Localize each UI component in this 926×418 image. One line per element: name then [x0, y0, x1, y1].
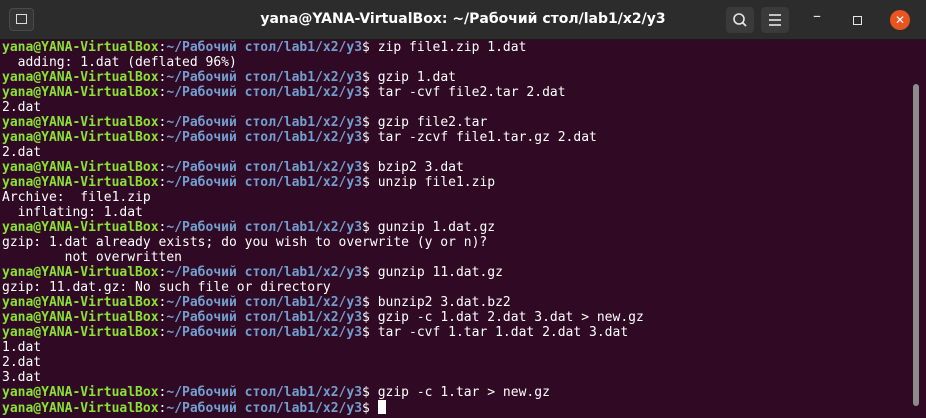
prompt-path: ~/Рабочий стол/lab1/x2/y3 [166, 310, 363, 325]
prompt-path: ~/Рабочий стол/lab1/x2/y3 [166, 70, 363, 85]
prompt-line: yana@YANA-VirtualBox:~/Рабочий стол/lab1… [2, 40, 910, 55]
close-button[interactable]: ✕ [890, 10, 910, 30]
prompt-path: ~/Рабочий стол/lab1/x2/y3 [166, 220, 363, 235]
command-text: gzip file2.tar [377, 115, 488, 130]
menu-button[interactable] [761, 7, 789, 33]
prompt-line: yana@YANA-VirtualBox:~/Рабочий стол/lab1… [2, 325, 910, 340]
prompt-line: yana@YANA-VirtualBox:~/Рабочий стол/lab1… [2, 160, 910, 175]
scrollbar[interactable] [913, 84, 919, 406]
close-icon: ✕ [894, 13, 906, 27]
prompt-path: ~/Рабочий стол/lab1/x2/y3 [166, 295, 363, 310]
command-text: gzip -c 1.dat 2.dat 3.dat > new.gz [377, 310, 644, 325]
terminal-output[interactable]: yana@YANA-VirtualBox:~/Рабочий стол/lab1… [2, 40, 910, 418]
prompt-dollar: $ [362, 115, 378, 130]
prompt-path: ~/Рабочий стол/lab1/x2/y3 [166, 130, 363, 145]
command-text: zip file1.zip 1.dat [377, 40, 527, 55]
output-line: 2.dat [2, 100, 42, 115]
prompt-path: ~/Рабочий стол/lab1/x2/y3 [166, 401, 363, 416]
prompt-user-host: yana@YANA-VirtualBox [2, 310, 159, 325]
output-line: Archive: file1.zip [2, 190, 151, 205]
prompt-user-host: yana@YANA-VirtualBox [2, 220, 159, 235]
prompt-path: ~/Рабочий стол/lab1/x2/y3 [166, 160, 363, 175]
search-icon [733, 13, 747, 27]
prompt-user-host: yana@YANA-VirtualBox [2, 401, 159, 416]
prompt-user-host: yana@YANA-VirtualBox [2, 115, 159, 130]
output-line: gzip: 11.dat.gz: No such file or directo… [2, 280, 331, 295]
prompt-user-host: yana@YANA-VirtualBox [2, 385, 159, 400]
prompt-line: yana@YANA-VirtualBox:~/Рабочий стол/lab1… [2, 175, 910, 190]
prompt-user-host: yana@YANA-VirtualBox [2, 130, 159, 145]
prompt-dollar: $ [362, 40, 378, 55]
prompt-user-host: yana@YANA-VirtualBox [2, 85, 159, 100]
prompt-line: yana@YANA-VirtualBox:~/Рабочий стол/lab1… [2, 385, 910, 400]
minimize-icon: – [813, 6, 821, 25]
prompt-dollar: $ [362, 175, 378, 190]
prompt-line: yana@YANA-VirtualBox:~/Рабочий стол/lab1… [2, 295, 910, 310]
prompt-user-host: yana@YANA-VirtualBox [2, 265, 159, 280]
command-text: gzip -c 1.tar > new.gz [377, 385, 550, 400]
command-text: bzip2 3.dat [377, 160, 464, 175]
prompt-dollar: $ [362, 130, 378, 145]
prompt-dollar: $ [362, 401, 378, 416]
prompt-path: ~/Рабочий стол/lab1/x2/y3 [166, 385, 363, 400]
command-text: tar -cvf 1.tar 1.dat 2.dat 3.dat [377, 325, 629, 340]
prompt-path: ~/Рабочий стол/lab1/x2/y3 [166, 40, 363, 55]
prompt-line: yana@YANA-VirtualBox:~/Рабочий стол/lab1… [2, 130, 910, 145]
command-text: gzip 1.dat [377, 70, 456, 85]
prompt-line: yana@YANA-VirtualBox:~/Рабочий стол/lab1… [2, 70, 910, 85]
prompt-dollar: $ [362, 385, 378, 400]
prompt-path: ~/Рабочий стол/lab1/x2/y3 [166, 175, 363, 190]
prompt-user-host: yana@YANA-VirtualBox [2, 160, 159, 175]
command-text: bunzip2 3.dat.bz2 [377, 295, 511, 310]
prompt-line: yana@YANA-VirtualBox:~/Рабочий стол/lab1… [2, 400, 910, 416]
prompt-path: ~/Рабочий стол/lab1/x2/y3 [166, 265, 363, 280]
output-line: adding: 1.dat (deflated 96%) [2, 55, 237, 70]
hamburger-menu-icon [769, 14, 781, 26]
prompt-dollar: $ [362, 160, 378, 175]
command-text: unzip file1.zip [377, 175, 496, 190]
prompt-dollar: $ [362, 70, 378, 85]
prompt-dollar: $ [362, 325, 378, 340]
output-line: 2.dat [2, 355, 42, 370]
command-text: gunzip 1.dat.gz [377, 220, 496, 235]
prompt-dollar: $ [362, 295, 378, 310]
output-line: 1.dat [2, 340, 42, 355]
prompt-dollar: $ [362, 220, 378, 235]
prompt-user-host: yana@YANA-VirtualBox [2, 325, 159, 340]
prompt-line: yana@YANA-VirtualBox:~/Рабочий стол/lab1… [2, 220, 910, 235]
command-text: gunzip 11.dat.gz [377, 265, 503, 280]
minimize-button[interactable]: – [813, 6, 821, 25]
text-cursor [377, 400, 386, 414]
prompt-user-host: yana@YANA-VirtualBox [2, 295, 159, 310]
prompt-path: ~/Рабочий стол/lab1/x2/y3 [166, 115, 363, 130]
prompt-user-host: yana@YANA-VirtualBox [2, 70, 159, 85]
output-line: 2.dat [2, 145, 42, 160]
title-bar[interactable]: yana@YANA-VirtualBox: ~/Рабочий стол/lab… [0, 0, 926, 40]
command-text: tar -cvf file2.tar 2.dat [377, 85, 566, 100]
prompt-dollar: $ [362, 310, 378, 325]
prompt-path: ~/Рабочий стол/lab1/x2/y3 [166, 85, 363, 100]
prompt-line: yana@YANA-VirtualBox:~/Рабочий стол/lab1… [2, 310, 910, 325]
prompt-user-host: yana@YANA-VirtualBox [2, 40, 159, 55]
prompt-dollar: $ [362, 85, 378, 100]
output-line: 3.dat [2, 370, 42, 385]
prompt-line: yana@YANA-VirtualBox:~/Рабочий стол/lab1… [2, 85, 910, 100]
maximize-button[interactable] [853, 16, 862, 25]
output-line: not overwritten [2, 250, 183, 265]
prompt-dollar: $ [362, 265, 378, 280]
prompt-line: yana@YANA-VirtualBox:~/Рабочий стол/lab1… [2, 265, 910, 280]
prompt-user-host: yana@YANA-VirtualBox [2, 175, 159, 190]
terminal-window: yana@YANA-VirtualBox: ~/Рабочий стол/lab… [0, 0, 926, 418]
output-line: inflating: 1.dat [2, 205, 143, 220]
prompt-line: yana@YANA-VirtualBox:~/Рабочий стол/lab1… [2, 115, 910, 130]
output-line: gzip: 1.dat already exists; do you wish … [2, 235, 496, 250]
search-button[interactable] [726, 7, 754, 33]
prompt-path: ~/Рабочий стол/lab1/x2/y3 [166, 325, 363, 340]
command-text: tar -zcvf file1.tar.gz 2.dat [377, 130, 597, 145]
